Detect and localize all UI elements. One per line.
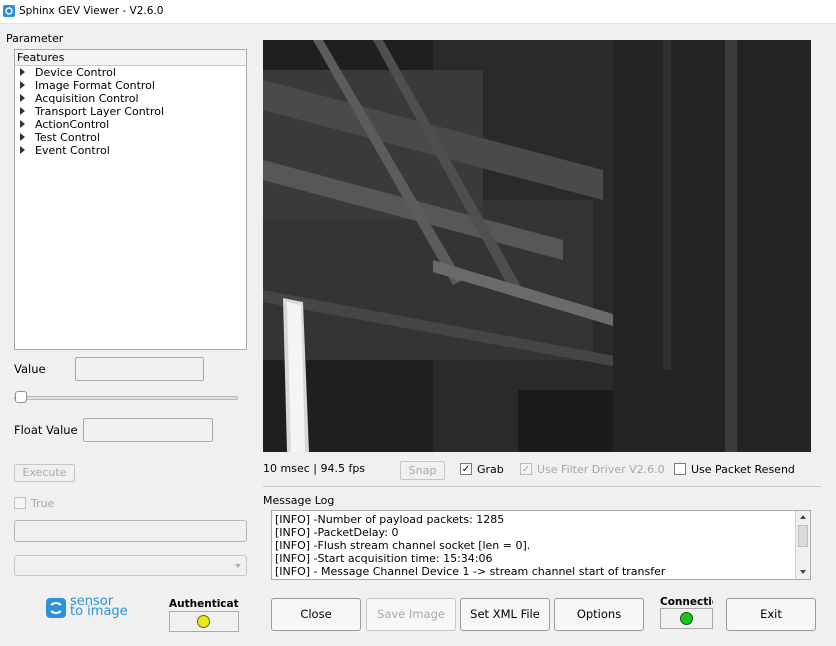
scroll-down-icon[interactable]	[800, 570, 806, 574]
triangle-right-icon[interactable]	[20, 94, 25, 102]
snap-button[interactable]: Snap	[400, 461, 445, 480]
exit-button[interactable]: Exit	[726, 598, 816, 631]
features-tree[interactable]: Features Device Control Image Format Con…	[14, 49, 247, 350]
log-line: [INFO] -Start acquisition time: 15:34:06	[275, 552, 493, 565]
set-xml-file-button[interactable]: Set XML File	[460, 598, 550, 631]
triangle-right-icon[interactable]	[20, 107, 25, 115]
save-image-button[interactable]: Save Image	[366, 598, 456, 631]
options-button[interactable]: Options	[554, 598, 644, 631]
log-line: [INFO] -Flush stream channel socket [len…	[275, 539, 531, 552]
triangle-right-icon[interactable]	[20, 120, 25, 128]
tree-item-transport-layer-control[interactable]: Transport Layer Control	[20, 105, 164, 118]
log-line: [INFO] -PacketDelay: 0	[275, 526, 399, 539]
float-value-input[interactable]	[83, 418, 213, 442]
packet-resend-checkbox[interactable]	[674, 463, 686, 475]
filter-driver-label: Use Filter Driver V2.6.0	[537, 463, 665, 476]
sensor-to-image-logo-icon	[46, 598, 66, 618]
authentication-label: Authenticatic	[169, 598, 239, 610]
grab-checkbox[interactable]: ✓	[460, 463, 472, 475]
message-log-label: Message Log	[263, 494, 335, 507]
window-title: Sphinx GEV Viewer - V2.6.0	[19, 5, 164, 17]
close-button[interactable]: Close	[271, 598, 361, 631]
log-line: [INFO] -Number of payload packets: 1285	[275, 513, 505, 526]
logo-line2: to image	[70, 604, 128, 619]
app-icon	[3, 5, 15, 17]
filter-driver-checkbox[interactable]: ✓	[520, 463, 532, 475]
float-value-label: Float Value	[14, 423, 78, 437]
value-slider-track[interactable]	[14, 396, 238, 400]
execute-button[interactable]: Execute	[14, 464, 75, 482]
scrollbar-thumb[interactable]	[798, 525, 808, 547]
string-value-field[interactable]	[14, 520, 247, 542]
camera-image-view[interactable]	[263, 40, 811, 452]
packet-resend-label: Use Packet Resend	[691, 463, 795, 476]
enum-select[interactable]	[14, 555, 247, 576]
value-label: Value	[14, 362, 46, 376]
true-checkbox[interactable]	[14, 497, 26, 509]
tree-item-action-control[interactable]: ActionControl	[20, 118, 109, 131]
tree-item-event-control[interactable]: Event Control	[20, 144, 110, 157]
authentication-status-light	[197, 615, 210, 628]
message-log[interactable]: [INFO] -Number of payload packets: 1285 …	[271, 510, 811, 580]
connection-indicator	[660, 608, 713, 629]
connection-label: Connectio	[660, 596, 713, 608]
triangle-right-icon[interactable]	[20, 68, 25, 76]
true-label: True	[31, 497, 55, 510]
value-slider-handle[interactable]	[15, 391, 27, 403]
divider	[263, 486, 821, 487]
triangle-right-icon[interactable]	[20, 133, 25, 141]
title-bar: Sphinx GEV Viewer - V2.6.0	[0, 0, 836, 24]
triangle-right-icon[interactable]	[20, 81, 25, 89]
log-scrollbar[interactable]	[795, 511, 810, 579]
connection-status-light	[680, 612, 693, 625]
authentication-indicator	[169, 611, 239, 632]
tree-item-test-control[interactable]: Test Control	[20, 131, 100, 144]
chevron-down-icon	[235, 564, 241, 568]
grab-label: Grab	[477, 463, 504, 476]
tree-item-device-control[interactable]: Device Control	[20, 66, 116, 79]
triangle-right-icon[interactable]	[20, 146, 25, 154]
log-line: [INFO] - Message Channel Device 1 -> str…	[275, 565, 666, 578]
tree-item-image-format-control[interactable]: Image Format Control	[20, 79, 155, 92]
features-header: Features	[15, 50, 246, 66]
parameter-label: Parameter	[6, 32, 64, 45]
fps-status: 10 msec | 94.5 fps	[263, 462, 366, 475]
scroll-up-icon[interactable]	[800, 515, 806, 519]
value-input[interactable]	[75, 357, 204, 381]
tree-item-acquisition-control[interactable]: Acquisition Control	[20, 92, 139, 105]
